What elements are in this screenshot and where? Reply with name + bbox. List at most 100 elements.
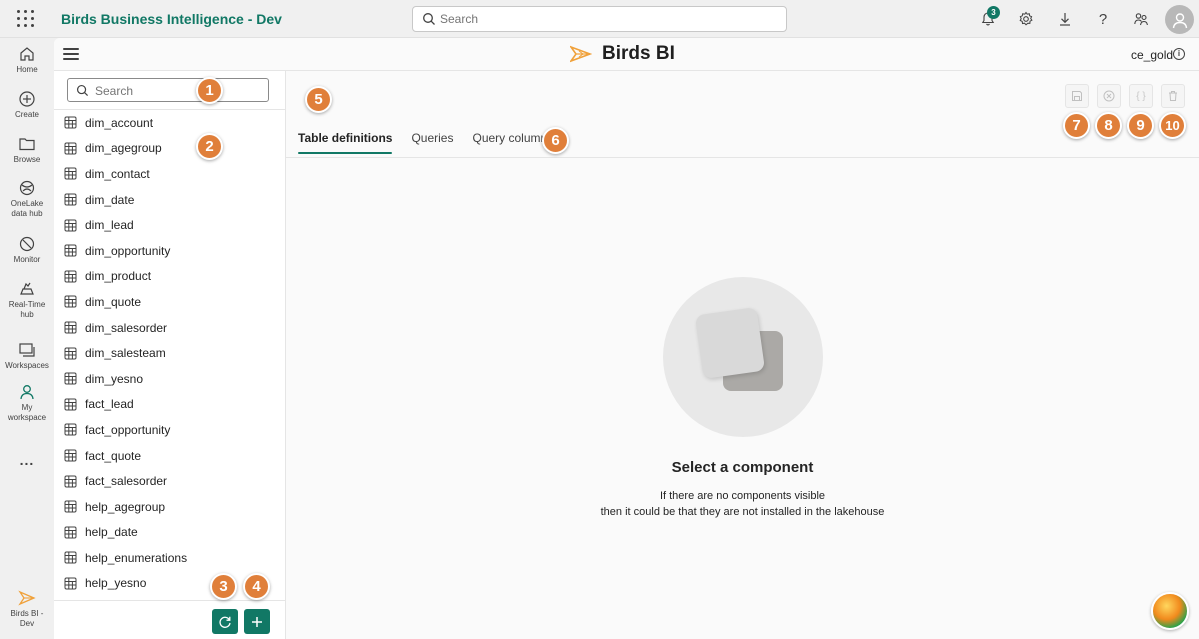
empty-state-illustration: [663, 277, 823, 437]
info-icon[interactable]: i: [1173, 48, 1185, 60]
empty-state-line-2: then it could be that they are not insta…: [600, 506, 885, 518]
left-navigation: Home Create Browse OneLake data hub Moni…: [0, 38, 54, 639]
nav-my-workspace[interactable]: My workspace: [0, 383, 54, 423]
cancel-button[interactable]: [1097, 84, 1121, 108]
table-list-item[interactable]: dim_lead: [54, 212, 286, 238]
table-list-item[interactable]: dim_yesno: [54, 366, 286, 392]
table-list-item[interactable]: dim_account: [54, 110, 286, 136]
app-title[interactable]: Birds Business Intelligence - Dev: [61, 11, 282, 27]
search-icon: [76, 84, 89, 97]
table-list-item[interactable]: fact_quote: [54, 443, 286, 469]
table-list-item[interactable]: dim_product: [54, 264, 286, 290]
tab-query-columns[interactable]: Query columns: [472, 131, 553, 154]
callout-badge-8: 8: [1095, 112, 1122, 139]
json-button[interactable]: { }: [1129, 84, 1153, 108]
table-name: fact_opportunity: [85, 422, 171, 437]
table-list-item[interactable]: help_enumerations: [54, 545, 286, 571]
download-button[interactable]: [1055, 9, 1075, 29]
table-list-item[interactable]: dim_contact: [54, 161, 286, 187]
nav-workspaces[interactable]: Workspaces: [0, 341, 54, 371]
notifications-button[interactable]: 3: [978, 6, 1000, 29]
table-list-item[interactable]: dim_date: [54, 187, 286, 213]
copilot-button[interactable]: [1151, 592, 1189, 630]
hamburger-menu-icon[interactable]: [63, 48, 79, 60]
callout-badge-9: 9: [1127, 112, 1154, 139]
table-icon: [64, 219, 77, 232]
user-label: ce_gold: [1131, 48, 1174, 62]
callout-badge-3: 3: [210, 573, 237, 600]
tab-table-definitions[interactable]: Table definitions: [298, 131, 393, 154]
table-name: dim_quote: [85, 294, 142, 309]
table-icon: [64, 423, 77, 436]
table-icon: [64, 244, 77, 257]
nav-create-label: Create: [14, 110, 39, 119]
table-name: dim_salesorder: [85, 320, 168, 335]
share-feedback-button[interactable]: [1131, 9, 1151, 29]
help-icon[interactable]: ?: [1093, 9, 1113, 29]
table-list-item[interactable]: dim_salesteam: [54, 340, 286, 366]
table-name: fact_lead: [85, 397, 134, 412]
table-icon: [64, 372, 77, 385]
table-name: dim_date: [85, 192, 135, 207]
table-list-item[interactable]: help_agegroup: [54, 494, 286, 520]
app-launcher-icon[interactable]: [17, 10, 35, 28]
nav-browse-label: Browse: [13, 155, 41, 164]
table-list-item[interactable]: dim_opportunity: [54, 238, 286, 264]
global-search[interactable]: [412, 6, 787, 32]
app-header: Birds BI ce_gold i: [54, 38, 1199, 71]
onelake-icon: [19, 180, 35, 196]
brand-name: Birds BI: [602, 43, 675, 64]
nav-create[interactable]: Create: [0, 90, 54, 120]
table-name: dim_opportunity: [85, 243, 171, 258]
save-button[interactable]: [1065, 84, 1089, 108]
table-list-item[interactable]: dim_salesorder: [54, 315, 286, 341]
table-search[interactable]: [67, 78, 269, 102]
add-button[interactable]: [244, 609, 270, 634]
save-icon: [1072, 91, 1082, 101]
table-name: help_yesno: [85, 576, 147, 591]
browse-icon: [19, 138, 35, 151]
nav-realtime[interactable]: Real-Time hub: [0, 280, 54, 320]
notification-count-badge: 3: [987, 6, 1000, 19]
nav-monitor[interactable]: Monitor: [0, 235, 54, 265]
gear-icon: [1019, 11, 1033, 26]
nav-home[interactable]: Home: [0, 45, 54, 75]
table-list-item[interactable]: fact_lead: [54, 392, 286, 418]
nav-browse[interactable]: Browse: [0, 135, 54, 165]
table-list-item[interactable]: dim_quote: [54, 289, 286, 315]
table-icon: [64, 577, 77, 590]
tab-queries[interactable]: Queries: [411, 131, 453, 154]
nav-onelake[interactable]: OneLake data hub: [0, 179, 54, 219]
callout-badge-1: 1: [196, 77, 223, 104]
table-icon: [64, 270, 77, 283]
table-name: dim_product: [85, 269, 152, 284]
search-icon: [423, 13, 435, 25]
refresh-button[interactable]: [212, 609, 238, 634]
table-search-input[interactable]: [95, 83, 255, 98]
more-icon[interactable]: ...: [0, 452, 54, 468]
callout-badge-2: 2: [196, 133, 223, 160]
nav-birds-bi-dev[interactable]: Birds BI - Dev: [0, 589, 54, 629]
settings-button[interactable]: [1016, 9, 1036, 29]
callout-badge-6: 6: [542, 127, 569, 154]
nav-monitor-label: Monitor: [13, 255, 41, 264]
birds-bi-logo-icon: [570, 45, 592, 63]
main-frame: Birds BI ce_gold i dim_account dim_agegro…: [54, 38, 1199, 639]
person-icon: [1172, 12, 1187, 28]
braces-icon: { }: [1136, 90, 1146, 102]
table-list-item[interactable]: dim_agegroup: [54, 136, 286, 162]
home-icon: [20, 47, 34, 61]
delete-button[interactable]: [1161, 84, 1185, 108]
table-name: dim_lead: [85, 218, 134, 233]
table-list-item[interactable]: fact_salesorder: [54, 468, 286, 494]
user-avatar[interactable]: [1165, 5, 1194, 34]
table-icon: [64, 142, 77, 155]
table-list-item[interactable]: fact_opportunity: [54, 417, 286, 443]
table-name: help_date: [85, 525, 138, 540]
monitor-icon: [19, 236, 35, 252]
nav-onelake-label: OneLake data hub: [10, 199, 44, 218]
table-list-item[interactable]: help_date: [54, 520, 286, 546]
global-search-input[interactable]: [440, 11, 770, 27]
workspaces-icon: [19, 343, 35, 357]
table-panel: dim_account dim_agegroup dim_contact dim_da…: [54, 71, 286, 639]
